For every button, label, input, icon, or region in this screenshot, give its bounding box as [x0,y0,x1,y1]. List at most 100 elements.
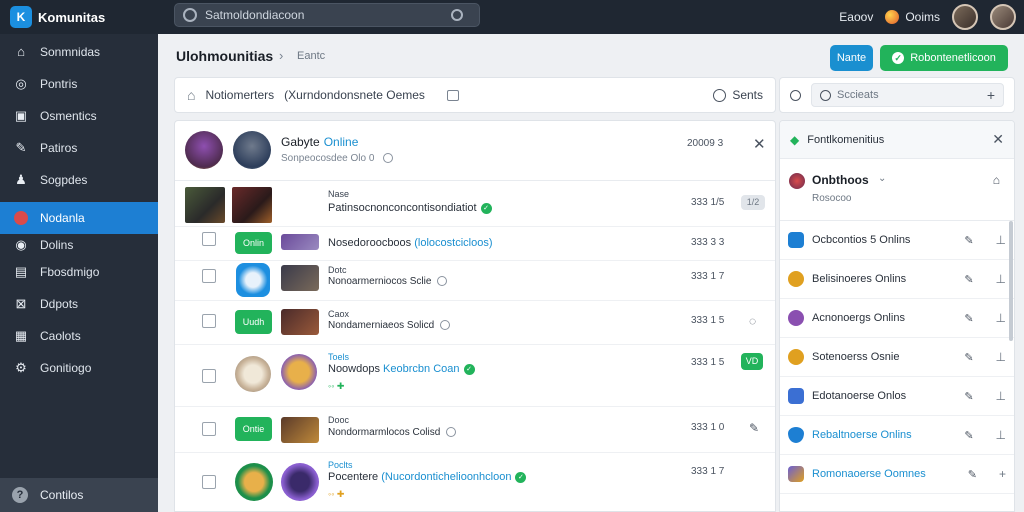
avatar[interactable] [233,131,271,169]
avatar[interactable] [185,131,223,169]
search-submit-icon[interactable] [451,9,463,21]
avatar[interactable] [952,4,978,30]
search-input[interactable]: Satmoldondiacoon [174,3,480,27]
pin-icon[interactable]: ⊥ [996,350,1006,364]
pin-icon[interactable]: ⊥ [996,311,1006,325]
document-icon: ▣ [14,108,28,123]
sidebar-item-1[interactable]: ◎ Pontris [0,68,158,100]
panel-item[interactable]: Rebaltnoerse Onlins ✎ ⊥ [780,416,1014,455]
scrollbar[interactable] [1009,221,1013,341]
brand[interactable]: K Komunitas [0,6,158,28]
filter-label: Notiomerters [205,88,275,102]
table-row[interactable]: Ontie Dooc Nondormarmlocos Colisd 333 1 … [175,407,775,453]
bell-icon[interactable]: ⌂ [993,173,1000,187]
sidebar-item-9[interactable]: ▦ Caolots [0,320,158,352]
list-header-name: Gabyte Online [281,135,359,149]
edit-icon[interactable]: ✎ [749,421,759,435]
avatar [236,263,270,297]
calendar-icon[interactable] [446,89,459,101]
row-action-button[interactable]: 1/2 [741,195,765,210]
comment-icon[interactable]: ◌ [749,314,756,328]
status-badge: Uudh [235,310,272,334]
sidebar-item-6[interactable]: ◉ Dolins [0,234,158,256]
table-row[interactable]: Nase Patinsocnonconcontisondiatiot ✓ 333 … [175,181,775,227]
info-icon [440,320,451,331]
edit-icon[interactable]: ✎ [964,351,973,364]
search-icon [820,89,831,101]
sidebar-item-3[interactable]: ✎ Patiros [0,132,158,164]
top-right-nav: Eaoov Ooims [839,0,1016,34]
row-checkbox[interactable] [202,369,216,383]
check-icon: ✓ [480,202,492,214]
table-row[interactable]: Poclts Pocentere (Nucordontichelioonhclo… [175,453,775,511]
edit-icon[interactable]: ✎ [964,390,973,403]
chevron-down-icon[interactable]: ⌄ [878,173,886,184]
row-checkbox[interactable] [202,269,216,283]
panel-item[interactable]: Sotenoerss Osnie ✎ ⊥ [780,338,1014,377]
top-link-2[interactable]: Ooims [885,10,940,25]
close-icon[interactable]: ✕ [992,131,1004,148]
table-row[interactable]: Dotc Nonoarmerniocos Sclie 333 1 7 [175,261,775,301]
sidebar-item-5[interactable]: Nodanla [0,202,158,234]
thumbnail [232,187,272,223]
reaction-icons: ◦◦ ✚ [328,489,345,499]
row-checkbox[interactable] [202,422,216,436]
panel-item[interactable]: Belisinoeres Onlins ✎ ⊥ [780,260,1014,299]
edit-icon[interactable]: ✎ [968,468,977,481]
panel-user[interactable]: Onbthoos ⌄ Rosocoo ⌂ [780,159,1014,221]
table-row[interactable]: Toels Noowdops Keobrcbn Coan ✓ ◦◦ ✚ 333 1… [175,345,775,407]
pin-icon[interactable]: ⊥ [996,428,1006,442]
close-icon[interactable]: ✕ [753,135,766,153]
primary-button[interactable]: Nante [830,45,873,71]
sidebar-item-4[interactable]: ♟ Sogpdes [0,164,158,196]
thumbnail [281,417,319,443]
avatar [281,354,317,390]
app-logo-icon: K [10,6,32,28]
sidebar-item-10[interactable]: ⚙ Gonitiogo [0,352,158,384]
table-row[interactable]: Onlin Nosedoroocboos (lolocostcicloos) 3… [175,227,775,261]
sidebar-footer[interactable]: ? Contilos [0,478,158,512]
add-icon[interactable]: + [999,467,1006,481]
avatar [235,356,271,392]
search-placeholder: Satmoldondiacoon [205,8,305,22]
sort-button[interactable]: Sents [713,88,763,102]
calendar-icon: ▦ [14,328,28,343]
row-checkbox[interactable] [202,475,216,489]
table-row[interactable]: Uudh Caox Nondamerniaeos Solicd 333 1 5 … [175,301,775,345]
add-icon[interactable]: + [987,87,995,103]
pin-icon[interactable]: ⊥ [996,233,1006,247]
sidebar-item-0[interactable]: ⌂ Sonmnidas [0,36,158,68]
pin-icon[interactable]: ⊥ [996,389,1006,403]
edit-icon[interactable]: ✎ [964,312,973,325]
breadcrumb[interactable]: Eantc [297,50,325,62]
home-icon[interactable]: ⌂ [187,87,195,103]
filter-query[interactable]: (Xurndondonsnete Oemes [284,88,425,102]
diamond-icon: ◆ [790,132,800,147]
pin-icon[interactable]: ⊥ [996,272,1006,286]
top-link-1[interactable]: Eaoov [839,10,873,24]
thumbnail [281,265,319,291]
edit-icon[interactable]: ✎ [964,273,973,286]
sidebar-item-8[interactable]: ⊠ Ddpots [0,288,158,320]
panel-item[interactable]: Acnonoergs Onlins ✎ ⊥ [780,299,1014,338]
sidebar-item-2[interactable]: ▣ Osmentics [0,100,158,132]
row-checkbox[interactable] [202,314,216,328]
row-action-button[interactable]: VD [741,353,763,370]
info-icon [446,427,457,438]
panel-item[interactable]: Romonaoerse Oomnes ✎ + [780,455,1014,494]
row-checkbox[interactable] [202,232,216,246]
panel-item[interactable]: Edotanoerse Onlos ✎ ⊥ [780,377,1014,416]
edit-icon[interactable]: ✎ [964,234,973,247]
edit-icon[interactable]: ✎ [964,429,973,442]
list-header: Gabyte Online Sonpeocosdee Olo 0 20009 3 … [175,121,775,181]
avatar [235,463,273,501]
avatar-2[interactable] [990,4,1016,30]
success-button[interactable]: ✓ Robontenetlicoon [880,45,1008,71]
info-icon [437,276,448,287]
search-icon [790,89,801,101]
panel-item[interactable]: Ocbcontios 5 Onlins ✎ ⊥ [780,221,1014,260]
help-icon: ? [12,487,28,503]
sidebar-item-7[interactable]: ▤ Fbosdmigo [0,256,158,288]
member-list: Gabyte Online Sonpeocosdee Olo 0 20009 3 … [174,120,776,512]
panel-search-input[interactable]: Sccieats + [811,83,1004,107]
